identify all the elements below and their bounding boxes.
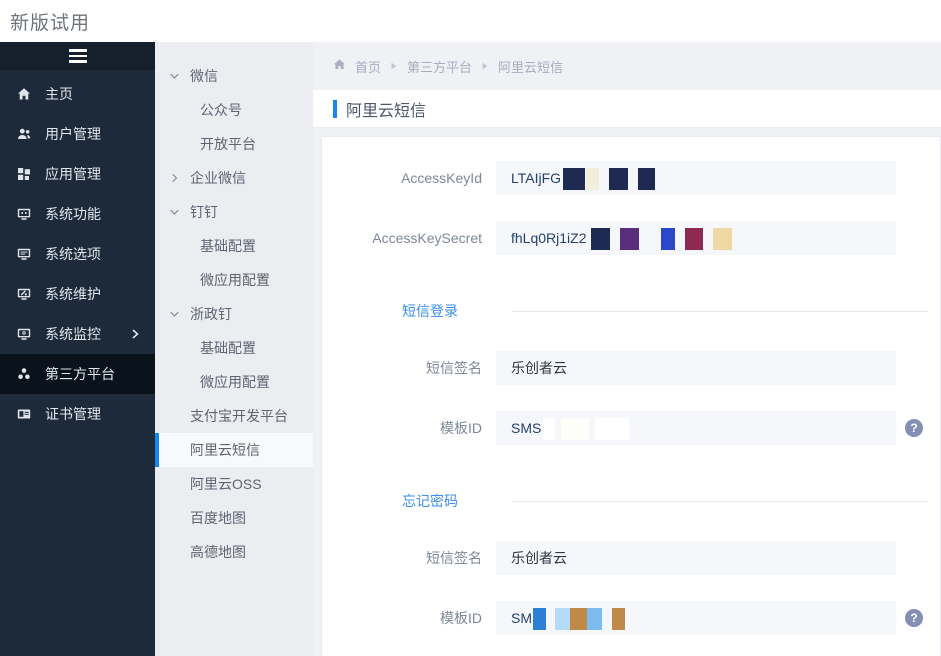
system-options-icon bbox=[16, 246, 32, 262]
redacted-value bbox=[587, 226, 732, 250]
title-accent-bar bbox=[333, 100, 337, 118]
field-label: 短信签名 bbox=[322, 548, 482, 568]
submenu-group-dingtalk[interactable]: 钉钉 bbox=[155, 195, 313, 229]
field-label: AccessKeyId bbox=[322, 170, 482, 186]
submenu-item-alipay-open-platform[interactable]: 支付宝开发平台 bbox=[155, 399, 313, 433]
submenu-item-aliyun-sms[interactable]: 阿里云短信 bbox=[155, 433, 313, 467]
chevron-down-icon bbox=[169, 309, 180, 320]
hamburger-icon bbox=[69, 49, 87, 63]
sidebar-item-system-options[interactable]: 系统选项 bbox=[0, 234, 155, 274]
main-content: 首页 第三方平台 阿里云短信 阿里云短信 AccessKeyId LTAIjFG bbox=[313, 42, 941, 656]
form-row-forgot-signature: 短信签名 乐创者云 bbox=[322, 541, 940, 575]
breadcrumb-third-party[interactable]: 第三方平台 bbox=[407, 57, 472, 76]
form-card: AccessKeyId LTAIjFG AccessKeySecret fhLq… bbox=[321, 136, 941, 656]
breadcrumb-home[interactable]: 首页 bbox=[355, 57, 381, 76]
field-label: 模板ID bbox=[322, 418, 482, 438]
sidebar-item-third-party-platform[interactable]: 第三方平台 bbox=[0, 354, 155, 394]
access-key-secret-input[interactable]: fhLq0Rj1iZ2 bbox=[496, 221, 896, 255]
submenu-group-wechat-work[interactable]: 企业微信 bbox=[155, 161, 313, 195]
submenu-item-dingtalk-basic-config[interactable]: 基础配置 bbox=[155, 229, 313, 263]
breadcrumb-current: 阿里云短信 bbox=[498, 57, 563, 76]
submenu-item-official-account[interactable]: 公众号 bbox=[155, 93, 313, 127]
login-sms-signature-input[interactable]: 乐创者云 bbox=[496, 351, 896, 385]
top-header: 新版试用 bbox=[0, 0, 941, 42]
home-icon bbox=[333, 58, 346, 74]
help-icon[interactable]: ? bbox=[905, 419, 923, 437]
submenu-item-baidu-map[interactable]: 百度地图 bbox=[155, 501, 313, 535]
sidebar-item-system-maintenance[interactable]: 系统维护 bbox=[0, 274, 155, 314]
chevron-right-icon bbox=[169, 173, 180, 184]
redacted-value bbox=[561, 166, 655, 190]
apps-icon bbox=[16, 166, 32, 182]
form-row-login-signature: 短信签名 乐创者云 bbox=[322, 351, 940, 385]
forgot-sms-signature-input[interactable]: 乐创者云 bbox=[496, 541, 896, 575]
third-party-icon bbox=[16, 366, 32, 382]
help-icon[interactable]: ? bbox=[905, 609, 923, 627]
sidebar-item-system-functions[interactable]: 系统功能 bbox=[0, 194, 155, 234]
field-label: 短信签名 bbox=[322, 358, 482, 378]
submenu-item-aliyun-oss[interactable]: 阿里云OSS bbox=[155, 467, 313, 501]
system-maintenance-icon bbox=[16, 286, 32, 302]
submenu-group-zhezhengding[interactable]: 浙政钉 bbox=[155, 297, 313, 331]
chevron-down-icon bbox=[169, 71, 180, 82]
submenu-item-gaode-map[interactable]: 高德地图 bbox=[155, 535, 313, 569]
app-window: 新版试用 主页 用户管理 应用管理 bbox=[0, 0, 941, 656]
breadcrumb-separator-icon bbox=[390, 62, 398, 70]
section-title: 短信登录 bbox=[322, 301, 482, 321]
sidebar-item-app-management[interactable]: 应用管理 bbox=[0, 154, 155, 194]
sidebar-item-certificate-management[interactable]: 证书管理 bbox=[0, 394, 155, 434]
submenu-item-open-platform[interactable]: 开放平台 bbox=[155, 127, 313, 161]
form-row-access-key-id: AccessKeyId LTAIjFG bbox=[322, 161, 940, 195]
chevron-right-icon bbox=[129, 328, 141, 340]
section-forgot-password: 忘记密码 bbox=[322, 491, 940, 511]
sidebar-item-home[interactable]: 主页 bbox=[0, 74, 155, 114]
brand-title: 新版试用 bbox=[10, 8, 90, 35]
form-row-forgot-template-id: 模板ID SM ? bbox=[322, 601, 940, 635]
login-template-id-input[interactable]: SMS bbox=[496, 411, 896, 445]
submenu-item-zzd-basic-config[interactable]: 基础配置 bbox=[155, 331, 313, 365]
breadcrumb: 首页 第三方平台 阿里云短信 bbox=[313, 42, 941, 90]
users-icon bbox=[16, 126, 32, 142]
submenu-item-dingtalk-microapp-config[interactable]: 微应用配置 bbox=[155, 263, 313, 297]
main-sidebar: 主页 用户管理 应用管理 系统功能 系统选项 bbox=[0, 42, 155, 656]
home-icon bbox=[16, 86, 32, 102]
field-label: 模板ID bbox=[322, 608, 482, 628]
system-functions-icon bbox=[16, 206, 32, 222]
redacted-value bbox=[532, 606, 625, 630]
chevron-down-icon bbox=[169, 207, 180, 218]
system-monitor-icon bbox=[16, 326, 32, 342]
section-sms-login: 短信登录 bbox=[322, 301, 940, 321]
submenu-item-zzd-microapp-config[interactable]: 微应用配置 bbox=[155, 365, 313, 399]
submenu-group-wechat[interactable]: 微信 bbox=[155, 59, 313, 93]
section-title: 忘记密码 bbox=[322, 491, 482, 511]
section-divider bbox=[512, 311, 928, 312]
field-label: AccessKeySecret bbox=[322, 230, 482, 246]
page-title-bar: 阿里云短信 bbox=[313, 90, 941, 128]
secondary-sidebar: 微信 公众号 开放平台 企业微信 钉钉 基础配置 微应用配置 浙政钉 基础配置 … bbox=[155, 42, 313, 656]
forgot-template-id-input[interactable]: SM bbox=[496, 601, 896, 635]
access-key-id-input[interactable]: LTAIjFG bbox=[496, 161, 896, 195]
form-row-login-template-id: 模板ID SMS ? bbox=[322, 411, 940, 445]
section-divider bbox=[512, 501, 928, 502]
breadcrumb-separator-icon bbox=[481, 62, 489, 70]
sidebar-collapse-button[interactable] bbox=[0, 42, 155, 70]
sidebar-item-user-management[interactable]: 用户管理 bbox=[0, 114, 155, 154]
page-title: 阿里云短信 bbox=[346, 97, 426, 121]
sidebar-item-system-monitor[interactable]: 系统监控 bbox=[0, 314, 155, 354]
certificate-icon bbox=[16, 406, 32, 422]
redacted-value bbox=[541, 416, 629, 440]
form-row-access-key-secret: AccessKeySecret fhLq0Rj1iZ2 bbox=[322, 221, 940, 255]
